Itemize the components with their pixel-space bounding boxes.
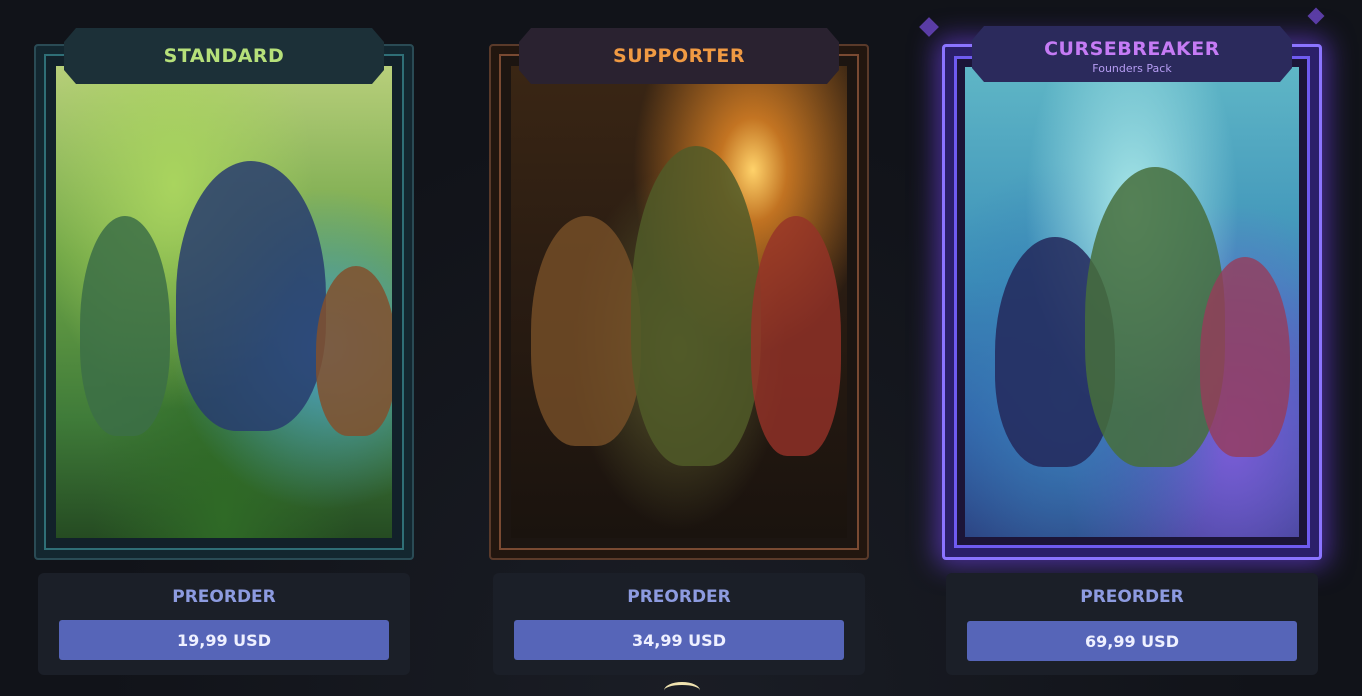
pricing-page: STANDARD PREORDER 19,99 USD SUPPORTER PR…: [0, 0, 1362, 696]
preorder-label: PREORDER: [1080, 587, 1184, 607]
tier-subtitle: Founders Pack: [1092, 61, 1172, 75]
purchase-panel: PREORDER 69,99 USD: [946, 573, 1318, 675]
leaf-icon: [664, 682, 700, 696]
tier-title: CURSEBREAKER: [1044, 37, 1220, 60]
tier-card-cursebreaker: CURSEBREAKER Founders Pack PREORDER 69,9…: [919, 0, 1325, 696]
purchase-panel: PREORDER 34,99 USD: [493, 573, 865, 675]
card-artwork: [511, 66, 847, 538]
card-art-frame: [942, 44, 1322, 560]
preorder-price-button[interactable]: 69,99 USD: [967, 621, 1297, 661]
preorder-price-button[interactable]: 19,99 USD: [59, 620, 389, 660]
card-art-frame: [34, 44, 414, 560]
character-figure: [531, 216, 641, 446]
card-art-frame: [489, 44, 869, 560]
character-figure: [176, 161, 326, 431]
tier-banner: STANDARD: [64, 28, 384, 84]
character-figure: [751, 216, 841, 456]
preorder-label: PREORDER: [627, 587, 731, 607]
tier-banner: SUPPORTER: [519, 28, 839, 84]
card-artwork: [56, 66, 392, 538]
decorative-shard: [919, 17, 939, 37]
tier-title: SUPPORTER: [613, 45, 745, 67]
character-figure: [631, 146, 761, 466]
tier-card-standard: STANDARD PREORDER 19,99 USD: [34, 0, 414, 696]
decorative-shard: [1307, 7, 1325, 25]
character-figure: [1200, 257, 1290, 457]
tier-card-supporter: SUPPORTER PREORDER 34,99 USD: [489, 0, 869, 696]
character-figure: [316, 266, 392, 436]
preorder-label: PREORDER: [172, 587, 276, 607]
card-artwork: [965, 67, 1299, 537]
preorder-price-button[interactable]: 34,99 USD: [514, 620, 844, 660]
purchase-panel: PREORDER 19,99 USD: [38, 573, 410, 675]
tier-banner: CURSEBREAKER Founders Pack: [972, 26, 1292, 82]
character-figure: [80, 216, 170, 436]
tier-title: STANDARD: [163, 45, 285, 67]
